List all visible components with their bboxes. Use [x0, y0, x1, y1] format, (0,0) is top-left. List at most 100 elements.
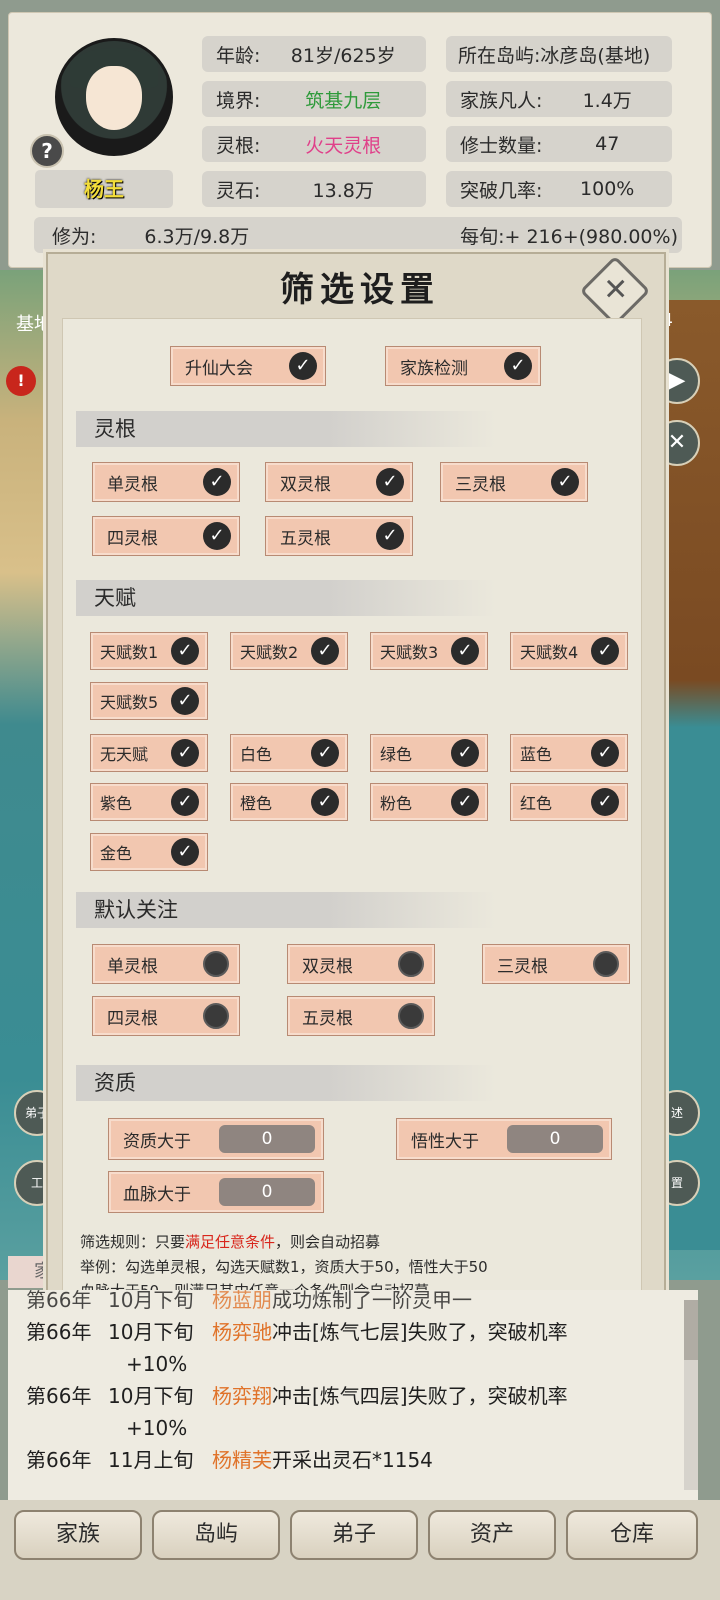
radio-off-icon — [398, 951, 424, 977]
check-icon: ✓ — [504, 352, 532, 380]
checkbox-root-triple[interactable]: 三灵根 ✓ — [440, 462, 588, 502]
log-entry: 第66年 11月上旬 杨精芙 开采出灵石*1154 — [26, 1448, 433, 1472]
checkbox-talent-gold[interactable]: 金色 ✓ — [90, 833, 208, 871]
nav-island-button[interactable]: 岛屿 — [152, 1510, 280, 1560]
root-stat: 灵根: 火天灵根 — [202, 126, 426, 162]
cultivation-label: 修为: — [52, 225, 97, 248]
section-talent: 天赋 — [76, 580, 496, 616]
check-icon: ✓ — [451, 739, 479, 767]
toggle-focus-triple[interactable]: 三灵根 — [482, 944, 630, 984]
rule-highlight: 满足任意条件 — [185, 1233, 276, 1251]
per-period-gain: 每旬:+ 216+(980.00%) — [460, 225, 678, 248]
checkbox-talent-blue[interactable]: 蓝色 ✓ — [510, 734, 628, 772]
check-icon: ✓ — [591, 788, 619, 816]
avatar-face — [86, 66, 142, 130]
check-icon: ✓ — [376, 468, 404, 496]
checkbox-talent-orange[interactable]: 橙色 ✓ — [230, 783, 348, 821]
log-entry-cont: +10% — [126, 1352, 188, 1376]
close-icon: ✕ — [603, 272, 629, 308]
nav-warehouse-button[interactable]: 仓库 — [566, 1510, 698, 1560]
checkbox-ascension-fair[interactable]: 升仙大会 ✓ — [170, 346, 326, 386]
cultivators-value: 47 — [595, 133, 620, 155]
checkbox-talent-pink[interactable]: 粉色 ✓ — [370, 783, 488, 821]
bloodline-threshold: 血脉大于 0 — [108, 1171, 324, 1213]
checkbox-talent-1[interactable]: 天赋数1 ✓ — [90, 632, 208, 670]
checkbox-talent-5[interactable]: 天赋数5 ✓ — [90, 682, 208, 720]
check-icon: ✓ — [171, 687, 199, 715]
dialog-title: 筛选设置 — [280, 270, 440, 310]
log-entry: 第66年 10月下旬 杨弈驰 冲击[炼气七层]失败了，突破机率 — [26, 1320, 568, 1344]
island-location-text: 所在岛屿:冰彦岛(基地) — [458, 44, 651, 67]
check-icon: ✓ — [171, 838, 199, 866]
checkbox-talent-red[interactable]: 红色 ✓ — [510, 783, 628, 821]
checkbox-talent-white[interactable]: 白色 ✓ — [230, 734, 348, 772]
example-line-1: 举例：勾选单灵根，勾选天赋数1，资质大于50，悟性大于50 — [80, 1258, 488, 1276]
checkbox-root-double[interactable]: 双灵根 ✓ — [265, 462, 413, 502]
toggle-focus-double[interactable]: 双灵根 — [287, 944, 435, 984]
checkbox-talent-3[interactable]: 天赋数3 ✓ — [370, 632, 488, 670]
check-icon: ✓ — [171, 788, 199, 816]
bloodline-input[interactable]: 0 — [219, 1178, 315, 1206]
checkbox-root-five[interactable]: 五灵根 ✓ — [265, 516, 413, 556]
help-icon[interactable]: ? — [30, 134, 64, 168]
realm-value: 筑基九层 — [305, 89, 382, 112]
realm-label: 境界: — [216, 89, 261, 112]
section-spirit-root: 灵根 — [76, 411, 496, 447]
toggle-focus-quad[interactable]: 四灵根 — [92, 996, 240, 1036]
breakthrough-label: 突破几率: — [460, 179, 543, 202]
section-aptitude: 资质 — [76, 1065, 496, 1101]
check-icon: ✓ — [451, 637, 479, 665]
filter-rule-text: 筛选规则：只要满足任意条件，则会自动招募 — [80, 1233, 381, 1251]
aptitude-input[interactable]: 0 — [219, 1125, 315, 1153]
check-icon: ✓ — [311, 788, 339, 816]
check-icon: ✓ — [311, 739, 339, 767]
log-entry: 第66年 10月下旬 杨弈翔 冲击[炼气四层]失败了，突破机率 — [26, 1384, 568, 1408]
radio-off-icon — [398, 1003, 424, 1029]
checkbox-talent-purple[interactable]: 紫色 ✓ — [90, 783, 208, 821]
checkbox-talent-green[interactable]: 绿色 ✓ — [370, 734, 488, 772]
check-icon: ✓ — [171, 637, 199, 665]
breakthrough-stat: 突破几率: 100% — [446, 171, 672, 207]
mortals-label: 家族凡人: — [460, 89, 543, 112]
island-location: 所在岛屿:冰彦岛(基地) — [446, 36, 672, 72]
check-icon: ✓ — [591, 637, 619, 665]
section-default-focus: 默认关注 — [76, 892, 496, 928]
checkbox-talent-2[interactable]: 天赋数2 ✓ — [230, 632, 348, 670]
cultivation-value: 6.3万/9.8万 — [144, 225, 250, 248]
checkbox-talent-4[interactable]: 天赋数4 ✓ — [510, 632, 628, 670]
root-value: 火天灵根 — [305, 134, 382, 157]
cultivators-stat: 修士数量: 47 — [446, 126, 672, 162]
check-icon: ✓ — [203, 468, 231, 496]
log-entry-cont: +10% — [126, 1416, 188, 1440]
nav-disciples-button[interactable]: 弟子 — [290, 1510, 418, 1560]
checkbox-family-check[interactable]: 家族检测 ✓ — [385, 346, 541, 386]
cultivation-bar: 修为: 6.3万/9.8万 每旬:+ 216+(980.00%) — [34, 217, 682, 253]
realm-stat: 境界: 筑基九层 — [202, 81, 426, 117]
toggle-focus-five[interactable]: 五灵根 — [287, 996, 435, 1036]
log-scroll-thumb[interactable] — [684, 1300, 698, 1360]
checkbox-root-single[interactable]: 单灵根 ✓ — [92, 462, 240, 502]
player-name: 杨王 — [35, 170, 173, 208]
age-label: 年龄: — [216, 44, 261, 67]
cultivators-label: 修士数量: — [460, 134, 543, 157]
check-icon: ✓ — [376, 522, 404, 550]
log-entry: 第66年 10月下旬 杨蓝朋 成功炼制了一阶灵甲一 — [26, 1288, 472, 1312]
radio-off-icon — [203, 951, 229, 977]
check-icon: ✓ — [171, 739, 199, 767]
aptitude-threshold: 资质大于 0 — [108, 1118, 324, 1160]
checkbox-root-quad[interactable]: 四灵根 ✓ — [92, 516, 240, 556]
comprehension-input[interactable]: 0 — [507, 1125, 603, 1153]
check-icon: ✓ — [203, 522, 231, 550]
alert-icon[interactable]: ! — [6, 366, 36, 396]
breakthrough-value: 100% — [580, 178, 635, 200]
nav-assets-button[interactable]: 资产 — [428, 1510, 556, 1560]
event-log[interactable]: 第66年 10月下旬 杨蓝朋 成功炼制了一阶灵甲一 第66年 10月下旬 杨弈驰 冲击[炼气… — [8, 1288, 698, 1500]
checkbox-talent-none[interactable]: 无天赋 ✓ — [90, 734, 208, 772]
toggle-focus-single[interactable]: 单灵根 — [92, 944, 240, 984]
age-value: 81岁/625岁 — [290, 44, 396, 67]
mortals-value: 1.4万 — [582, 89, 632, 112]
radio-off-icon — [203, 1003, 229, 1029]
root-label: 灵根: — [216, 134, 261, 157]
nav-family-button[interactable]: 家族 — [14, 1510, 142, 1560]
check-icon: ✓ — [451, 788, 479, 816]
